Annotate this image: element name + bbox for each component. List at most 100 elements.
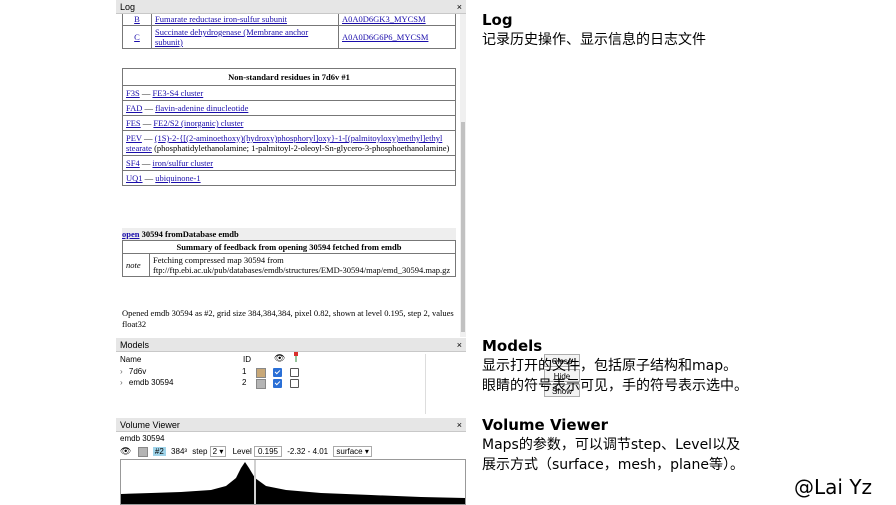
value-range: -2.32 - 4.01 — [287, 447, 329, 456]
note-heading: Models — [482, 337, 543, 355]
open-command-link[interactable]: open — [122, 229, 139, 239]
list-item: FES — FE2/S2 (inorganic) cluster — [123, 115, 455, 130]
uniprot-link[interactable]: A0A0D6GK3_MYCSM — [342, 14, 426, 24]
volume-viewer-panel: emdb 30594 👁 #2 384³ step 2 ▾ Level 0.19… — [116, 432, 466, 505]
note-volume-viewer: Volume Viewer Maps的参数，可以调节step、Level以及 展… — [482, 415, 744, 475]
residue-code-link[interactable]: SF4 — [126, 158, 140, 168]
chevron-right-icon[interactable]: › — [120, 367, 123, 376]
note-log: Log 记录历史操作、显示信息的日志文件 — [482, 10, 706, 50]
step-label: step — [192, 447, 208, 456]
uniprot-link[interactable]: A0A0D6G6P6_MYCSM — [342, 32, 428, 42]
model-name: emdb 30594 — [128, 378, 174, 387]
note-models: Models 显示打开的文件，包括原子结构和map。 眼睛的符号表示可见，手的符… — [482, 336, 748, 396]
model-selected-checkbox[interactable] — [290, 379, 299, 388]
note-heading: Volume Viewer — [482, 416, 609, 434]
model-name: 7d6v — [128, 367, 147, 376]
model-shown-checkbox[interactable] — [273, 379, 282, 388]
note-line: Maps的参数，可以调节step、Level以及 — [482, 437, 741, 453]
volume-color-swatch[interactable] — [137, 446, 148, 457]
summary-title: Summary of feedback from opening 30594 f… — [122, 240, 456, 254]
list-item: FAD — flavin-adenine dinucleotide — [123, 100, 455, 115]
model-id: 1 — [242, 367, 247, 376]
residue-name-link[interactable]: ubiquinone-1 — [155, 173, 200, 183]
close-icon[interactable]: × — [457, 418, 462, 432]
divider — [425, 354, 426, 414]
style-value: surface — [336, 447, 363, 456]
residue-code-link[interactable]: FAD — [126, 103, 142, 113]
models-panel-title: Models × — [116, 338, 466, 352]
residue-code-link[interactable]: FES — [126, 118, 141, 128]
log-panel[interactable]: B Fumarate reductase iron-sulfur subunit… — [116, 14, 460, 337]
note-line: 显示打开的文件，包括原子结构和map。 — [482, 358, 738, 374]
volume-panel-title: Volume Viewer × — [116, 418, 466, 432]
residue-code-link[interactable]: F3S — [126, 88, 140, 98]
volume-name: emdb 30594 — [120, 434, 165, 443]
style-select[interactable]: surface ▾ — [333, 446, 372, 457]
chain-link[interactable]: B — [134, 14, 140, 24]
hand-icon — [293, 352, 299, 362]
list-item: UQ1 — ubiquinone-1 — [123, 170, 455, 185]
residue-name-link[interactable]: flavin-adenine dinucleotide — [155, 103, 248, 113]
note-line: 眼睛的符号表示可见，手的符号表示选中。 — [482, 378, 748, 394]
level-input[interactable]: 0.195 — [253, 446, 282, 457]
model-id: 2 — [242, 378, 247, 387]
model-shown-checkbox[interactable] — [273, 368, 282, 377]
residue-extra: (phosphatidylethanolamine; 1-palmitoyl-2… — [151, 143, 450, 153]
residue-code-link[interactable]: UQ1 — [126, 173, 143, 183]
step-select[interactable]: 2 ▾ — [209, 446, 227, 457]
histogram[interactable] — [120, 459, 466, 505]
table-row: C Succinate dehydrogenase (Membrane anch… — [122, 25, 456, 49]
open-command: open 30594 fromDatabase emdb — [122, 228, 456, 240]
eye-icon: 👁 — [274, 353, 286, 363]
close-icon[interactable]: × — [457, 0, 462, 14]
name-column-header: Name — [120, 355, 142, 364]
chain-table: B Fumarate reductase iron-sulfur subunit… — [122, 14, 456, 49]
chevron-down-icon: ▾ — [219, 447, 224, 456]
level-label: Level — [232, 447, 252, 456]
residues-title: Non-standard residues in 7d6v #1 — [228, 72, 350, 82]
watermark: @Lai Yz — [794, 475, 873, 499]
residues-table: Non-standard residues in 7d6v #1 F3S — F… — [122, 68, 456, 186]
list-item: PEV — (1S)-2-{[(2-aminoethoxy)(hydroxy)p… — [123, 130, 455, 155]
table-row: note Fetching compressed map 30594 from … — [122, 253, 456, 277]
chain-desc-link[interactable]: Fumarate reductase iron-sulfur subunit — [155, 14, 287, 24]
volume-controls: 👁 #2 384³ step 2 ▾ Level 0.195 -2.32 - 4… — [120, 445, 372, 457]
table-row: B Fumarate reductase iron-sulfur subunit… — [122, 14, 456, 26]
model-selected-checkbox[interactable] — [290, 368, 299, 377]
chevron-right-icon[interactable]: › — [120, 378, 123, 387]
note-label: note — [122, 253, 150, 277]
step-value: 2 — [212, 447, 218, 456]
scroll-thumb[interactable] — [461, 122, 465, 332]
opened-message: Opened emdb 30594 as #2, grid size 384,3… — [122, 308, 454, 329]
log-scrollbar[interactable] — [460, 14, 466, 337]
close-icon[interactable]: × — [457, 338, 462, 352]
list-item: F3S — FE3-S4 cluster — [123, 85, 455, 100]
residue-name-link[interactable]: iron/sulfur cluster — [152, 158, 213, 168]
summary-table: Summary of feedback from opening 30594 f… — [122, 240, 456, 277]
models-header: Name — [120, 354, 141, 365]
chain-link[interactable]: C — [134, 32, 140, 42]
models-title-label: Models — [120, 340, 150, 350]
note-heading: Log — [482, 11, 513, 29]
residue-code-link[interactable]: PEV — [126, 133, 142, 143]
volume-size: 384³ — [171, 447, 188, 456]
histogram-plot — [121, 460, 465, 504]
list-item: SF4 — iron/sulfur cluster — [123, 155, 455, 170]
chevron-down-icon: ▾ — [364, 447, 369, 456]
model-color-swatch[interactable] — [256, 379, 266, 389]
residue-name-link[interactable]: FE2/S2 (inorganic) cluster — [153, 118, 243, 128]
log-title-label: Log — [120, 2, 136, 12]
table-row: Summary of feedback from opening 30594 f… — [122, 240, 456, 254]
models-panel: Name ID 👁 › 7d6v 1 › emdb 30594 2 Close … — [116, 352, 580, 418]
note-line: 展示方式（surface，mesh，plane等）。 — [482, 457, 745, 473]
residue-name-link[interactable]: FE3-S4 cluster — [152, 88, 203, 98]
note-line: 记录历史操作、显示信息的日志文件 — [482, 32, 706, 48]
model-id-badge: #2 — [152, 447, 166, 456]
open-command-text: 30594 fromDatabase emdb — [139, 229, 239, 239]
chain-desc-link[interactable]: Succinate dehydrogenase (Membrane anchor… — [155, 27, 308, 47]
id-column-header: ID — [243, 355, 251, 364]
log-panel-title: Log × — [116, 0, 466, 14]
volume-title-label: Volume Viewer — [120, 420, 180, 430]
eye-icon[interactable]: 👁 — [120, 446, 131, 456]
note-text: Fetching compressed map 30594 from ftp:/… — [149, 253, 456, 277]
